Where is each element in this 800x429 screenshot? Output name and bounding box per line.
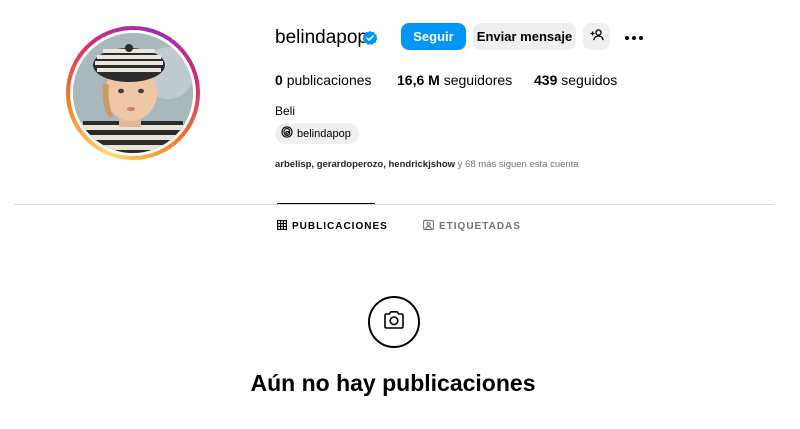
tab-tagged[interactable]: ETIQUETADAS — [423, 220, 521, 233]
more-dots-icon — [624, 28, 644, 46]
avatar-illustration — [73, 33, 193, 153]
followed-by-names: arbelisp, gerardoperozo, hendrickjshow — [275, 159, 456, 170]
followers-count-value: 16,6 M — [397, 72, 440, 88]
tagged-icon — [423, 220, 434, 233]
threads-handle: belindapop — [297, 127, 351, 140]
username: belindapop — [275, 27, 368, 48]
threads-link[interactable]: belindapop — [275, 123, 359, 144]
following-count-value: 439 — [534, 72, 558, 88]
avatar-ring[interactable] — [66, 26, 200, 160]
posts-count-value: 0 — [275, 72, 283, 88]
full-name: Beli — [275, 104, 296, 118]
grid-icon — [277, 220, 287, 233]
following-count[interactable]: 439 seguidos — [534, 72, 617, 88]
avatar[interactable] — [73, 33, 193, 153]
active-tab-indicator — [277, 203, 375, 204]
posts-count-label: publicaciones — [286, 72, 372, 88]
following-count-label: seguidos — [561, 72, 618, 88]
posts-count: 0 publicaciones — [275, 72, 372, 88]
empty-state-title: Aún no hay publicaciones — [250, 370, 536, 396]
followed-by-text[interactable]: arbelisp, gerardoperozo, hendrickjshow y… — [275, 159, 579, 170]
followed-by-rest: y 68 más siguen esta cuenta — [455, 159, 579, 170]
followers-count-label: seguidores — [443, 72, 513, 88]
suggested-accounts-button[interactable] — [583, 23, 610, 50]
tab-posts[interactable]: PUBLICACIONES — [277, 220, 388, 233]
tab-posts-label: PUBLICACIONES — [292, 221, 388, 232]
camera-icon — [383, 310, 405, 335]
tabs-divider — [14, 204, 774, 205]
send-message-button[interactable]: Enviar mensaje — [473, 23, 576, 50]
tab-tagged-label: ETIQUETADAS — [439, 221, 521, 232]
verified-badge-icon — [362, 30, 378, 51]
followers-count[interactable]: 16,6 M seguidores — [397, 72, 512, 88]
empty-state-icon-circle — [368, 296, 420, 348]
more-options-button[interactable] — [622, 28, 646, 46]
person-add-icon — [590, 29, 604, 44]
avatar-border — [70, 30, 196, 156]
threads-icon — [281, 126, 293, 141]
follow-button[interactable]: Seguir — [401, 23, 466, 50]
